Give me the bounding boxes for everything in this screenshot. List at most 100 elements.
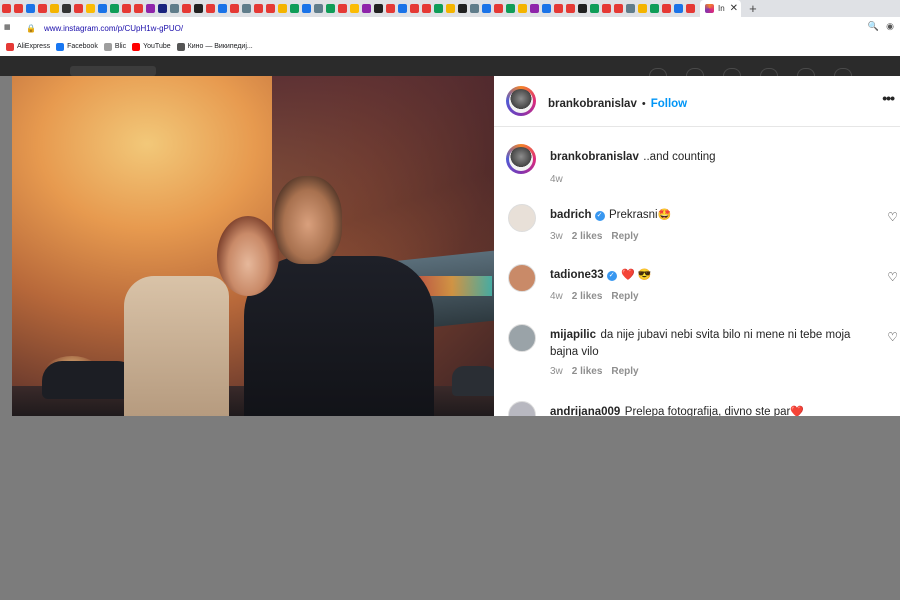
commenter-avatar[interactable] [508,324,536,352]
comment-likes[interactable]: 2 likes [572,366,603,377]
tab-favicon[interactable] [169,4,179,13]
tab-favicon[interactable] [481,4,491,13]
instagram-logo[interactable] [70,66,156,76]
reply-button[interactable]: Reply [611,366,638,377]
tab-favicon[interactable] [469,4,479,13]
tab-favicon[interactable] [541,4,551,13]
bookmark-item[interactable]: Кино — Википедиј... [176,42,253,51]
comment-username[interactable]: mijapilic [550,329,596,341]
comment-username[interactable]: tadione33 [550,269,604,281]
new-tab-button[interactable]: + [749,2,757,15]
commenter-avatar[interactable] [508,204,536,232]
tab-favicon[interactable] [193,4,203,13]
tab-favicon[interactable] [673,4,683,13]
tab-favicon[interactable] [601,4,611,13]
comment-username[interactable]: andrijana009 [550,406,620,416]
active-tab[interactable]: In ✕ [700,0,742,17]
search-icon[interactable]: 🔍 [868,21,879,32]
tab-favicon[interactable] [625,4,635,13]
tab-favicon[interactable] [97,4,107,13]
bookmark-item[interactable]: Blic [103,42,126,51]
like-comment-heart-icon[interactable]: ♡ [887,330,898,344]
tab-favicon[interactable] [493,4,503,13]
more-options-icon[interactable]: ••• [882,90,895,106]
like-comment-heart-icon[interactable]: ♡ [887,210,898,224]
tab-favicon[interactable] [13,4,23,13]
author-username[interactable]: brankobranislav [548,98,637,110]
tab-favicon[interactable] [409,4,419,13]
tab-favicon[interactable] [661,4,671,13]
reply-button[interactable]: Reply [611,231,638,242]
tab-favicon[interactable] [157,4,167,13]
tab-favicon[interactable] [457,4,467,13]
comment-likes[interactable]: 2 likes [572,231,603,242]
tab-favicon[interactable] [253,4,263,13]
tab-favicon[interactable] [205,4,215,13]
tab-favicon[interactable] [397,4,407,13]
apps-grid-icon[interactable]: ▦ [4,23,11,31]
like-comment-heart-icon[interactable]: ♡ [887,270,898,284]
tab-favicon[interactable] [133,4,143,13]
follow-button[interactable]: Follow [651,98,687,110]
post-photo[interactable] [12,76,494,416]
tab-favicon[interactable] [433,4,443,13]
tab-favicon[interactable] [361,4,371,13]
comment-username[interactable]: badrich [550,209,592,221]
tab-favicon[interactable] [685,4,695,13]
tab-favicon[interactable] [613,4,623,13]
tab-favicon[interactable] [229,4,239,13]
tab-favicon[interactable] [1,4,11,13]
tab-favicon[interactable] [505,4,515,13]
reply-button[interactable]: Reply [611,291,638,302]
tab-favicon[interactable] [577,4,587,13]
url-text[interactable]: www.instagram.com/p/CUpH1w-gPUO/ [44,24,183,33]
tab-favicon[interactable] [373,4,383,13]
bookmark-item[interactable]: YouTube [132,42,171,51]
lock-icon[interactable]: 🔒 [26,24,36,33]
tab-favicon[interactable] [313,4,323,13]
tab-favicon[interactable] [37,4,47,13]
tab-favicon[interactable] [301,4,311,13]
tab-favicon[interactable] [385,4,395,13]
tab-favicon[interactable] [289,4,299,13]
tab-favicon[interactable] [217,4,227,13]
close-tab-icon[interactable]: ✕ [730,3,738,14]
tab-favicon[interactable] [421,4,431,13]
tab-favicon[interactable] [349,4,359,13]
tab-favicon[interactable] [337,4,347,13]
commenter-avatar[interactable] [508,264,536,292]
tab-favicon[interactable] [637,4,647,13]
tab-favicon[interactable] [553,4,563,13]
tab-favicon[interactable] [565,4,575,13]
tab-favicon[interactable] [85,4,95,13]
comment-likes[interactable]: 2 likes [572,291,603,302]
tab-favicon[interactable] [145,4,155,13]
caption-time[interactable]: 4w [550,174,563,185]
tab-favicon[interactable] [109,4,119,13]
camera-icon[interactable]: ◉ [886,21,894,32]
bookmark-item[interactable]: Facebook [56,42,98,51]
author-avatar[interactable] [506,86,536,116]
tab-favicon[interactable] [265,4,275,13]
comment-time[interactable]: 3w [550,366,563,377]
tab-favicon[interactable] [49,4,59,13]
tab-favicon[interactable] [589,4,599,13]
tab-favicon[interactable] [73,4,83,13]
comment-time[interactable]: 4w [550,291,563,302]
commenter-avatar[interactable] [508,401,536,416]
tab-favicon[interactable] [445,4,455,13]
tab-favicon[interactable] [181,4,191,13]
caption-username[interactable]: brankobranislav [550,151,639,163]
tab-favicon[interactable] [649,4,659,13]
tab-favicon[interactable] [325,4,335,13]
address-bar[interactable]: ▦ 🔒 www.instagram.com/p/CUpH1w-gPUO/ 🔍 ◉ [0,18,900,38]
tab-favicon[interactable] [25,4,35,13]
comment-time[interactable]: 3w [550,231,563,242]
tab-favicon[interactable] [517,4,527,13]
tab-favicon[interactable] [241,4,251,13]
caption-avatar[interactable] [506,144,536,174]
tab-favicon[interactable] [121,4,131,13]
tab-favicon[interactable] [277,4,287,13]
bookmark-item[interactable]: AliExpress [6,42,50,51]
tab-favicon[interactable] [61,4,71,13]
